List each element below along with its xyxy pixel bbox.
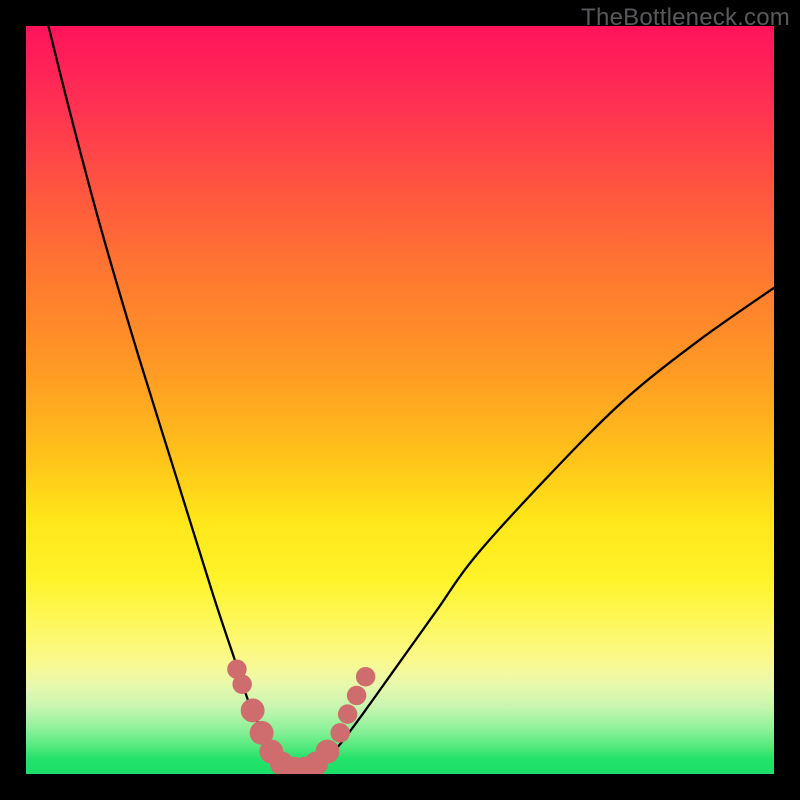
data-marker — [232, 675, 251, 694]
data-marker — [330, 723, 349, 742]
data-marker — [356, 667, 375, 686]
data-marker — [241, 698, 265, 722]
bottleneck-chart — [26, 26, 774, 774]
marker-layer — [227, 660, 375, 774]
data-marker — [315, 740, 339, 764]
chart-frame: TheBottleneck.com — [0, 0, 800, 800]
watermark-text: TheBottleneck.com — [581, 4, 790, 32]
bottleneck-curve — [48, 26, 774, 772]
data-marker — [338, 704, 357, 723]
data-marker — [347, 686, 366, 705]
curve-layer — [48, 26, 774, 772]
plot-area — [26, 26, 774, 774]
